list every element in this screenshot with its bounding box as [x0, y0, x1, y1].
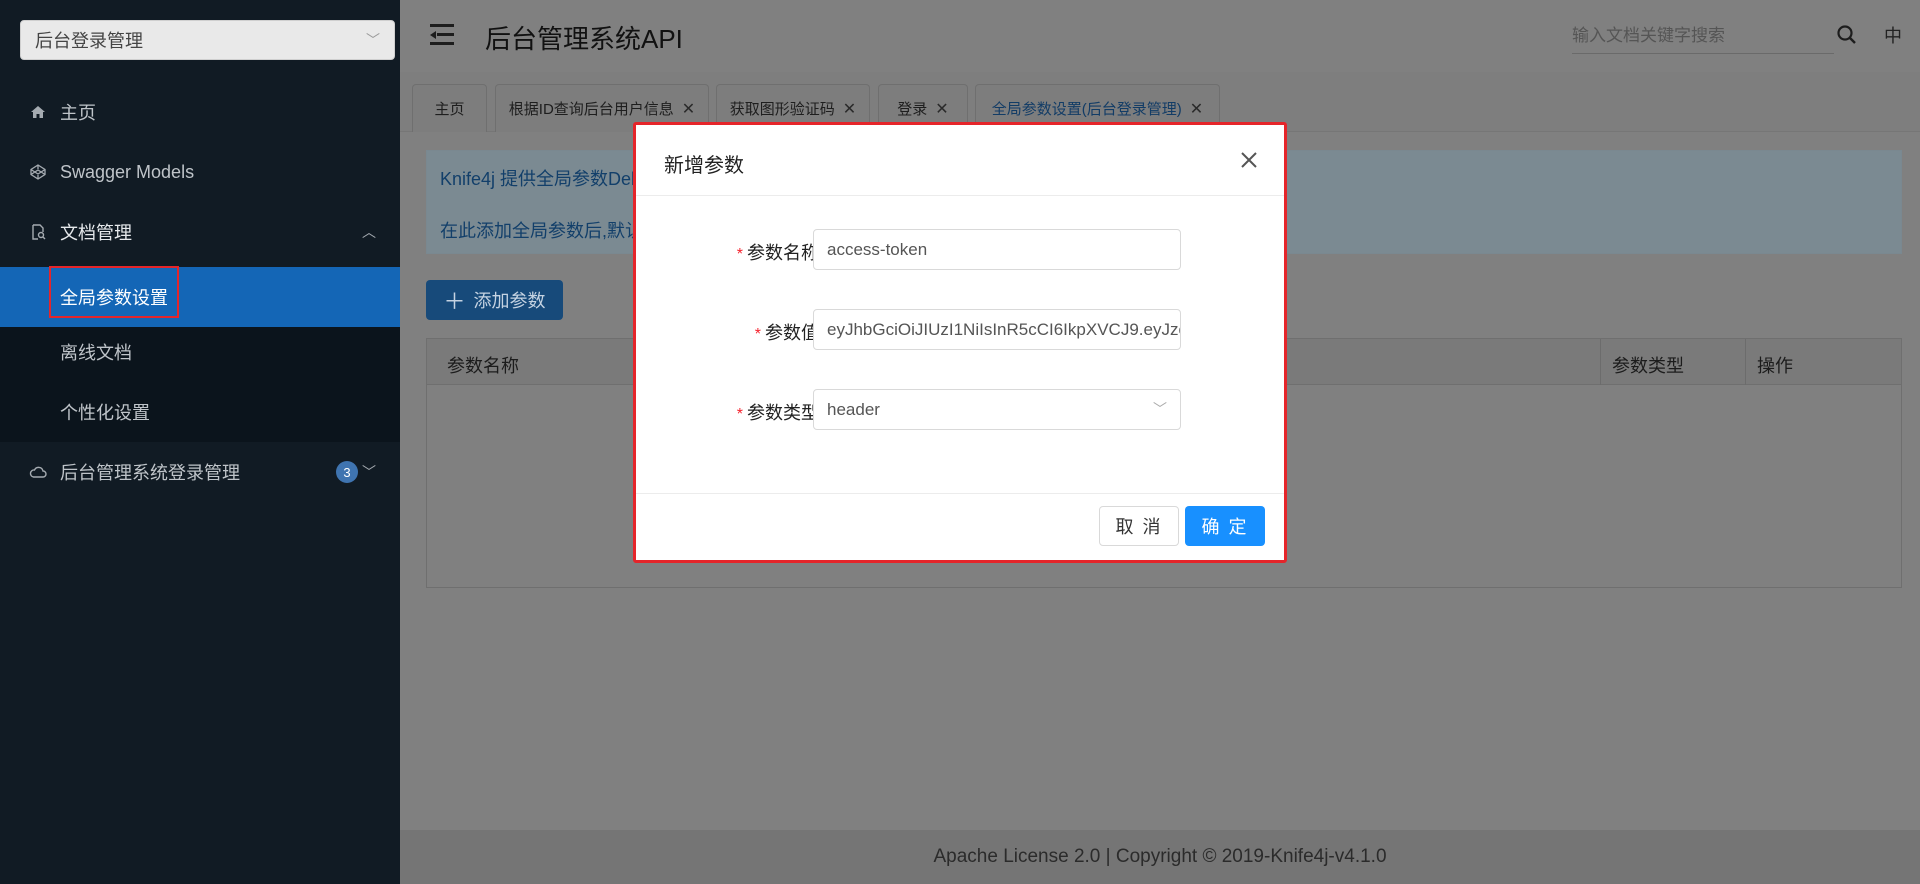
- plus-icon: ＋: [443, 289, 466, 314]
- close-icon[interactable]: ✕: [935, 99, 948, 119]
- codepen-icon: [28, 162, 48, 182]
- search-input[interactable]: 输入文档关键字搜索: [1572, 18, 1834, 54]
- sidebar-item-label: 个性化设置: [60, 403, 150, 423]
- footer: Apache License 2.0 | Copyright © 2019-Kn…: [400, 830, 1920, 884]
- tab-label: 全局参数设置(后台登录管理): [991, 101, 1182, 118]
- group-select-value: 后台登录管理: [35, 31, 143, 51]
- highlight-outline: [49, 266, 179, 318]
- modal-header: 新增参数: [636, 125, 1284, 196]
- sidebar-item-label: 主页: [60, 103, 96, 123]
- alert-text: 在此添加全局参数后,默认: [440, 221, 643, 241]
- cloud-icon: [28, 462, 48, 482]
- cancel-button[interactable]: 取 消: [1099, 506, 1179, 546]
- column-header: 参数类型: [1612, 356, 1684, 376]
- close-icon[interactable]: ✕: [682, 99, 695, 119]
- form-row-param-value: * 参数值: eyJhbGciOiJIUzI1NiIsInR5cCI6IkpXVC…: [636, 309, 1284, 351]
- language-switch[interactable]: 中: [1884, 22, 1902, 48]
- sidebar-item-offline-docs[interactable]: 离线文档: [0, 322, 400, 382]
- search-icon[interactable]: [1832, 20, 1862, 50]
- modal-footer: 取 消 确 定: [636, 493, 1284, 560]
- sidebar-item-personalization[interactable]: 个性化设置: [0, 382, 400, 442]
- chevron-down-icon: ﹀: [362, 464, 376, 480]
- sidebar-item-label: 后台管理系统登录管理: [60, 463, 240, 483]
- tab-label: 登录: [897, 101, 928, 118]
- sidebar-item-docs-management[interactable]: 文档管理 ︿: [0, 202, 400, 262]
- sidebar-item-home[interactable]: 主页: [0, 82, 400, 142]
- chevron-down-icon: ﹀: [1153, 401, 1167, 417]
- group-select[interactable]: 后台登录管理 ﹀: [20, 20, 395, 60]
- menu-fold-icon[interactable]: [430, 24, 454, 46]
- footer-text: Apache License 2.0 | Copyright © 2019-Kn…: [933, 846, 1387, 867]
- tab-home[interactable]: 主页: [412, 84, 487, 132]
- param-type-value: header: [827, 400, 880, 419]
- header: 后台管理系统API 输入文档关键字搜索 中: [400, 0, 1920, 72]
- file-search-icon: [28, 222, 48, 242]
- add-param-modal: 新增参数 * 参数名称: access-token * 参数值: eyJhbGciO…: [633, 122, 1287, 563]
- column-divider: [1745, 339, 1746, 385]
- tab-label: 根据ID查询后台用户信息: [508, 101, 674, 118]
- home-icon: [28, 102, 48, 122]
- form-row-param-type: * 参数类型: header ﹀: [636, 389, 1284, 431]
- tab-label: 获取图形验证码: [729, 101, 835, 118]
- close-icon[interactable]: ✕: [843, 99, 856, 119]
- form-row-param-name: * 参数名称: access-token: [636, 229, 1284, 271]
- column-header: 操作: [1757, 356, 1793, 376]
- field-label: * 参数名称:: [736, 243, 824, 263]
- tab-label: 主页: [434, 101, 465, 118]
- modal-title: 新增参数: [664, 155, 744, 177]
- field-label: * 参数类型:: [736, 403, 824, 423]
- page-title: 后台管理系统API: [485, 24, 683, 54]
- column-header: 参数名称: [447, 356, 519, 376]
- sidebar-item-backend-login[interactable]: 后台管理系统登录管理 3 ﹀: [0, 442, 400, 502]
- chevron-down-icon: ﹀: [366, 32, 380, 48]
- close-icon[interactable]: [1236, 147, 1262, 173]
- sidebar-item-swagger-models[interactable]: Swagger Models: [0, 142, 400, 202]
- column-divider: [1600, 339, 1601, 385]
- param-type-select[interactable]: header ﹀: [813, 389, 1181, 430]
- close-icon[interactable]: ✕: [1190, 99, 1203, 119]
- confirm-button[interactable]: 确 定: [1185, 506, 1265, 546]
- alert-text: Knife4j 提供全局参数Deb: [440, 169, 642, 189]
- add-param-button[interactable]: ＋ 添加参数: [426, 280, 563, 320]
- chevron-up-icon: ︿: [362, 224, 376, 240]
- sidebar-item-label: 离线文档: [60, 343, 132, 363]
- add-param-label: 添加参数: [473, 291, 546, 311]
- param-name-input[interactable]: access-token: [813, 229, 1181, 270]
- count-badge: 3: [336, 461, 358, 483]
- sidebar-item-label: 文档管理: [60, 223, 132, 243]
- sidebar: 后台登录管理 ﹀ 主页 Swagger Models 文档管理 ︿ 全局参数设置…: [0, 0, 400, 884]
- param-value-input[interactable]: eyJhbGciOiJIUzI1NiIsInR5cCI6IkpXVCJ9.eyJ…: [813, 309, 1181, 350]
- sidebar-item-label: Swagger Models: [60, 161, 195, 182]
